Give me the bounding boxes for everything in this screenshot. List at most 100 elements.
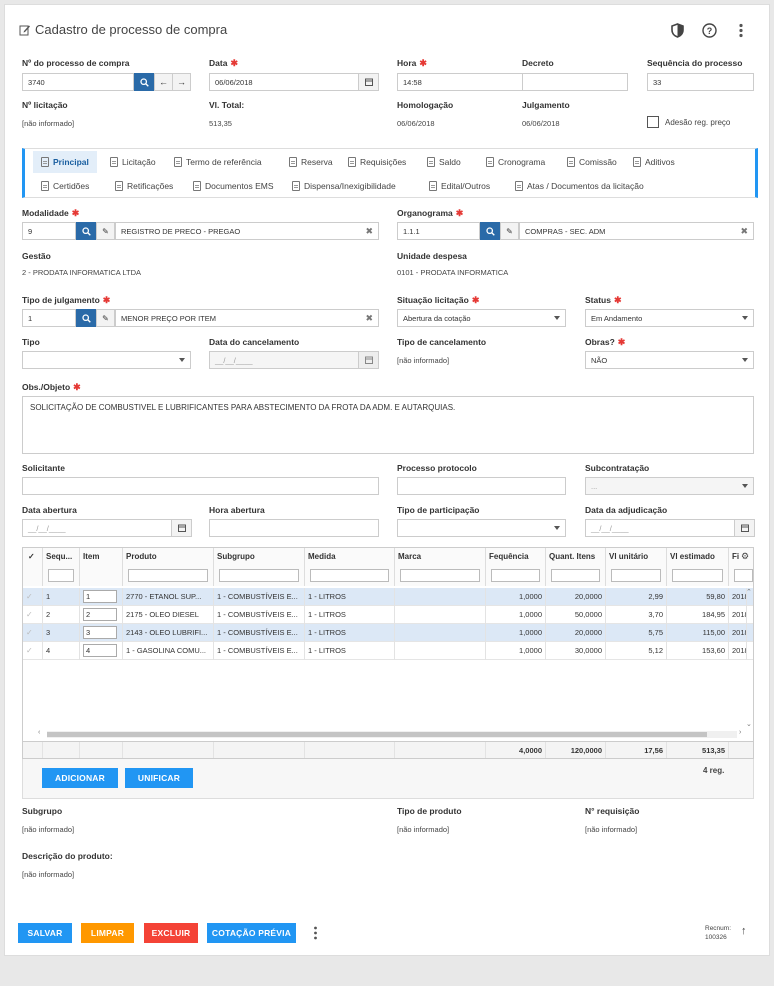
- horizontal-scrollbar[interactable]: [47, 731, 737, 738]
- shield-icon[interactable]: [671, 23, 684, 38]
- clear-icon[interactable]: ✖: [365, 313, 373, 324]
- next-button[interactable]: →: [172, 73, 191, 91]
- tab-termo[interactable]: Termo de referência: [166, 151, 270, 173]
- data-abertura-calendar-button[interactable]: [171, 519, 192, 537]
- adesao-checkbox[interactable]: [647, 116, 659, 128]
- tab-dispensa[interactable]: Dispensa/Inexigibilidade: [284, 175, 404, 197]
- data-input[interactable]: 06/06/2018: [209, 73, 359, 91]
- header-item[interactable]: Item: [80, 548, 123, 586]
- adjudicacao-calendar-button[interactable]: [734, 519, 755, 537]
- header-estimado[interactable]: Vl estimado: [667, 548, 729, 586]
- header-subgrupo[interactable]: Subgrupo: [214, 548, 305, 586]
- tab-saldo[interactable]: Saldo: [419, 151, 469, 173]
- tab-reserva[interactable]: Reserva: [281, 151, 341, 173]
- tipo-select[interactable]: [22, 351, 191, 369]
- header-seq[interactable]: Sequ...: [43, 548, 80, 586]
- scroll-up-icon[interactable]: ⌃: [746, 588, 752, 596]
- unificar-button[interactable]: UNIFICAR: [125, 768, 193, 788]
- tipo-julgamento-desc-input[interactable]: MENOR PREÇO POR ITEM ✖: [115, 309, 379, 327]
- header-marca[interactable]: Marca: [395, 548, 486, 586]
- clear-icon[interactable]: ✖: [365, 226, 373, 237]
- hora-abertura-input[interactable]: [209, 519, 379, 537]
- data-cancel-calendar-button[interactable]: [358, 351, 379, 369]
- header-unit[interactable]: Vl unitário: [606, 548, 667, 586]
- filter-medida[interactable]: [310, 569, 389, 582]
- tab-cronograma[interactable]: Cronograma: [478, 151, 553, 173]
- processo-search-button[interactable]: [134, 73, 154, 91]
- solicitante-input[interactable]: [22, 477, 379, 495]
- arrow-up-icon[interactable]: ↑: [741, 925, 747, 937]
- item-input[interactable]: 3: [83, 626, 117, 639]
- organograma-edit-button[interactable]: ✎: [500, 222, 519, 240]
- help-icon[interactable]: ?: [702, 23, 717, 38]
- situacao-select[interactable]: Abertura da cotação: [397, 309, 566, 327]
- limpar-button[interactable]: LIMPAR: [81, 923, 134, 943]
- tab-requisicoes[interactable]: Requisições: [340, 151, 414, 173]
- gear-icon[interactable]: ⚙: [741, 551, 749, 562]
- organograma-desc-input[interactable]: COMPRAS - SEC. ADM ✖: [519, 222, 754, 240]
- header-produto[interactable]: Produto: [123, 548, 214, 586]
- adicionar-button[interactable]: ADICIONAR: [42, 768, 118, 788]
- header-frequencia[interactable]: Fequência: [486, 548, 546, 586]
- scroll-right-icon[interactable]: ›: [739, 729, 741, 736]
- filter-frequencia[interactable]: [491, 569, 540, 582]
- organograma-code-input[interactable]: 1.1.1: [397, 222, 480, 240]
- filter-marca[interactable]: [400, 569, 480, 582]
- tipo-julgamento-code-input[interactable]: 1: [22, 309, 76, 327]
- tipo-julgamento-edit-button[interactable]: ✎: [96, 309, 115, 327]
- tipo-julgamento-search-button[interactable]: [76, 309, 96, 327]
- header-quant[interactable]: Quant. Itens: [546, 548, 606, 586]
- obras-select[interactable]: NÃO: [585, 351, 754, 369]
- more-vert-icon[interactable]: [738, 23, 744, 38]
- header-check[interactable]: ✓: [23, 548, 43, 586]
- filter-seq[interactable]: [48, 569, 74, 582]
- modalidade-edit-button[interactable]: ✎: [96, 222, 115, 240]
- tab-licitacao[interactable]: Licitação: [102, 151, 164, 173]
- data-cancel-input[interactable]: __/__/____: [209, 351, 359, 369]
- table-row[interactable]: ✓ 4 4 1 - GASOLINA COMU... 1 - COMBUSTÍVEIS …: [23, 642, 753, 660]
- excluir-button[interactable]: EXCLUIR: [144, 923, 198, 943]
- processo-input[interactable]: 3740: [22, 73, 134, 91]
- filter-fi[interactable]: [734, 569, 753, 582]
- adjudicacao-input[interactable]: __/__/____: [585, 519, 735, 537]
- modalidade-code-input[interactable]: 9: [22, 222, 76, 240]
- tab-principal[interactable]: Principal: [33, 151, 97, 173]
- scroll-down-icon[interactable]: ⌄: [746, 720, 752, 728]
- protocolo-input[interactable]: [397, 477, 566, 495]
- decreto-input[interactable]: [522, 73, 628, 91]
- item-input[interactable]: 4: [83, 644, 117, 657]
- more-options-icon[interactable]: [313, 926, 318, 940]
- row-check-icon[interactable]: ✓: [23, 588, 43, 606]
- row-check-icon[interactable]: ✓: [23, 624, 43, 642]
- tab-retificacoes[interactable]: Retificações: [107, 175, 181, 197]
- filter-quant[interactable]: [551, 569, 600, 582]
- tab-atas[interactable]: Atas / Documentos da licitação: [507, 175, 652, 197]
- filter-estimado[interactable]: [672, 569, 723, 582]
- tab-aditivos[interactable]: Aditivos: [625, 151, 683, 173]
- filter-subgrupo[interactable]: [219, 569, 299, 582]
- data-abertura-input[interactable]: __/__/____: [22, 519, 172, 537]
- clear-icon[interactable]: ✖: [740, 226, 748, 237]
- cotacao-previa-button[interactable]: COTAÇÃO PRÉVIA: [207, 923, 296, 943]
- table-row[interactable]: ✓ 3 3 2143 - OLEO LUBRIFI... 1 - COMBUSTÍVEI…: [23, 624, 753, 642]
- modalidade-desc-input[interactable]: REGISTRO DE PRECO - PREGAO ✖: [115, 222, 379, 240]
- sequencia-input[interactable]: 33: [647, 73, 754, 91]
- filter-produto[interactable]: [128, 569, 208, 582]
- organograma-search-button[interactable]: [480, 222, 500, 240]
- row-check-icon[interactable]: ✓: [23, 642, 43, 660]
- subcontratacao-select[interactable]: ...: [585, 477, 754, 495]
- prev-button[interactable]: ←: [154, 73, 173, 91]
- tab-certidoes[interactable]: Certidões: [33, 175, 97, 197]
- tab-documentos-ems[interactable]: Documentos EMS: [185, 175, 282, 197]
- modalidade-search-button[interactable]: [76, 222, 96, 240]
- header-medida[interactable]: Medida: [305, 548, 395, 586]
- obs-textarea[interactable]: SOLICITAÇÃO DE COMBUSTIVEL E LUBRIFICANT…: [22, 396, 754, 454]
- item-input[interactable]: 1: [83, 590, 117, 603]
- status-select[interactable]: Em Andamento: [585, 309, 754, 327]
- participacao-select[interactable]: [397, 519, 566, 537]
- scroll-left-icon[interactable]: ‹: [38, 729, 40, 736]
- filter-unit[interactable]: [611, 569, 661, 582]
- table-row[interactable]: ✓ 2 2 2175 - OLEO DIESEL 1 - COMBUSTÍVEIS E.…: [23, 606, 753, 624]
- salvar-button[interactable]: SALVAR: [18, 923, 72, 943]
- data-calendar-button[interactable]: [358, 73, 379, 91]
